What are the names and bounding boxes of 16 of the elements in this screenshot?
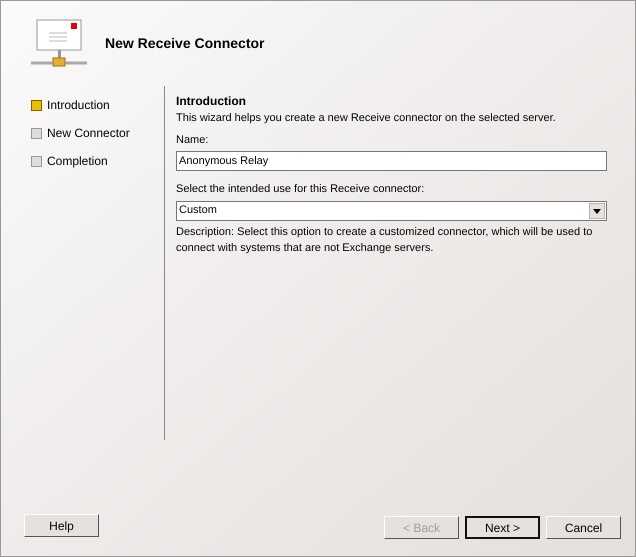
use-dropdown[interactable]: Custom (176, 200, 607, 220)
page-heading: Introduction (176, 93, 247, 110)
use-label: Select the intended use for this Receive connector: (176, 182, 426, 197)
wizard-button[interactable]: Cancel (546, 516, 621, 539)
step-label: Completion (47, 153, 108, 170)
mail-network-icon (31, 18, 87, 68)
wizard-title: New Receive Connector (105, 34, 264, 53)
name-field[interactable]: Anonymous Relay (176, 151, 607, 171)
wizard-button[interactable]: Next > (465, 516, 540, 539)
help-button[interactable]: Help (24, 514, 99, 537)
intro-text: This wizard helps you create a new Receive connector on the selected server. (176, 111, 557, 126)
name-label: Name: (176, 132, 210, 148)
step-label: Introduction (47, 97, 110, 114)
description-text: Description: Select this option to create a customized connector, which will be used to connect with systems that are not Exchange servers. (176, 224, 594, 256)
step-label: New Connector (47, 125, 130, 142)
dropdown-arrow-icon (589, 202, 605, 218)
